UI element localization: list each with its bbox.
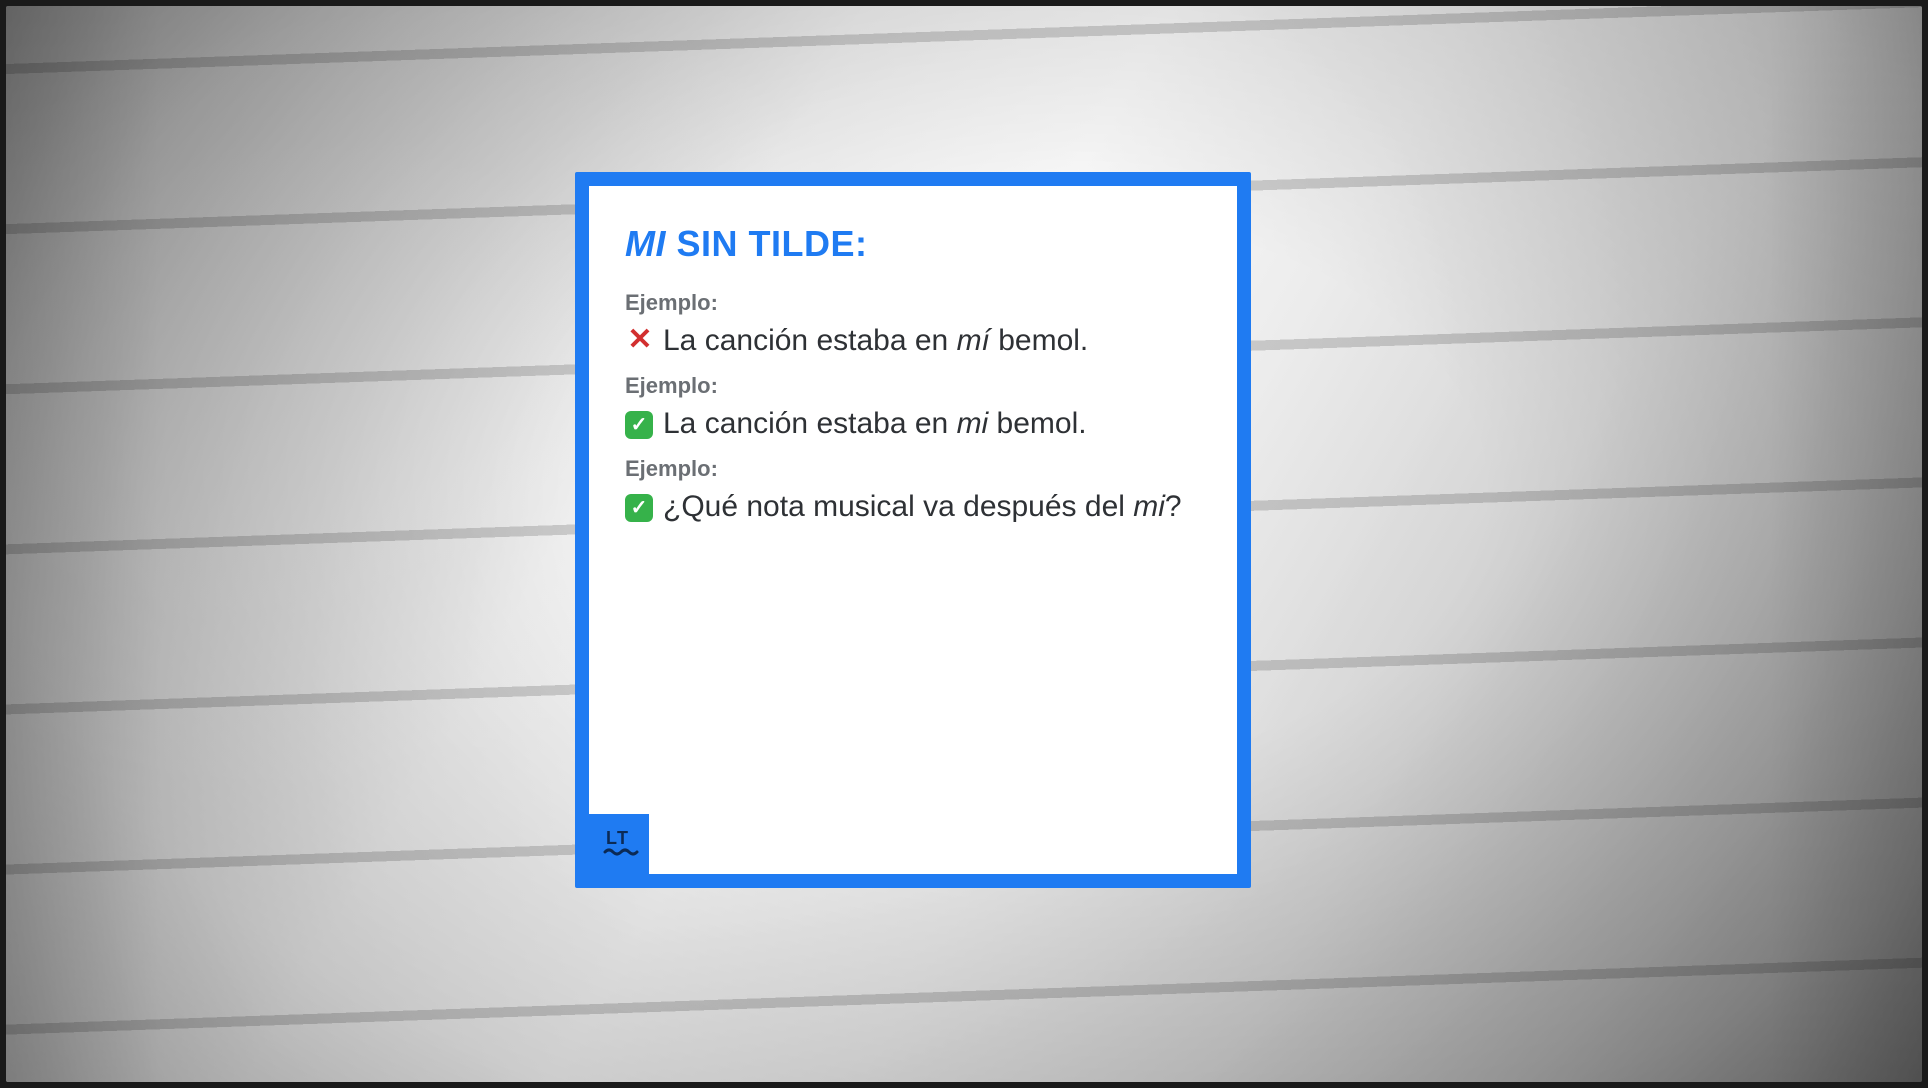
svg-text:T: T xyxy=(617,828,628,848)
card-body: MI SIN TILDE: Ejemplo: ✕ La canción estab… xyxy=(589,186,1237,874)
card-title: MI SIN TILDE: xyxy=(625,224,1201,264)
example-mi: mi xyxy=(1133,490,1165,523)
example-pre: La canción estaba en xyxy=(663,324,957,357)
brand-badge: L T xyxy=(589,814,649,874)
example-label: Ejemplo: xyxy=(625,456,1201,482)
lt-logo-icon: L T xyxy=(599,824,639,864)
stage: MI SIN TILDE: Ejemplo: ✕ La canción estab… xyxy=(0,0,1928,1088)
example-line: ✓ La canción estaba en mi bemol. xyxy=(625,401,1201,446)
example-line: ✕ La canción estaba en mí bemol. xyxy=(625,318,1201,363)
example-post: ? xyxy=(1165,490,1182,523)
example-mi: mi xyxy=(957,407,989,440)
svg-text:L: L xyxy=(606,828,617,848)
title-mi: MI xyxy=(625,223,666,264)
example-label: Ejemplo: xyxy=(625,373,1201,399)
example-line: ✓ ¿Qué nota musical va después del mi? xyxy=(625,484,1201,529)
example-pre: La canción estaba en xyxy=(663,407,957,440)
example-label: Ejemplo: xyxy=(625,290,1201,316)
example-pre: ¿Qué nota musical va después del xyxy=(663,490,1133,523)
example-post: bemol. xyxy=(988,407,1086,440)
check-icon: ✓ xyxy=(625,494,653,522)
example-mi: mí xyxy=(957,324,990,357)
title-rest: SIN TILDE: xyxy=(666,223,868,264)
check-icon: ✓ xyxy=(625,411,653,439)
cross-icon: ✕ xyxy=(625,325,655,355)
info-card: MI SIN TILDE: Ejemplo: ✕ La canción estab… xyxy=(575,172,1251,888)
example-post: bemol. xyxy=(990,324,1088,357)
